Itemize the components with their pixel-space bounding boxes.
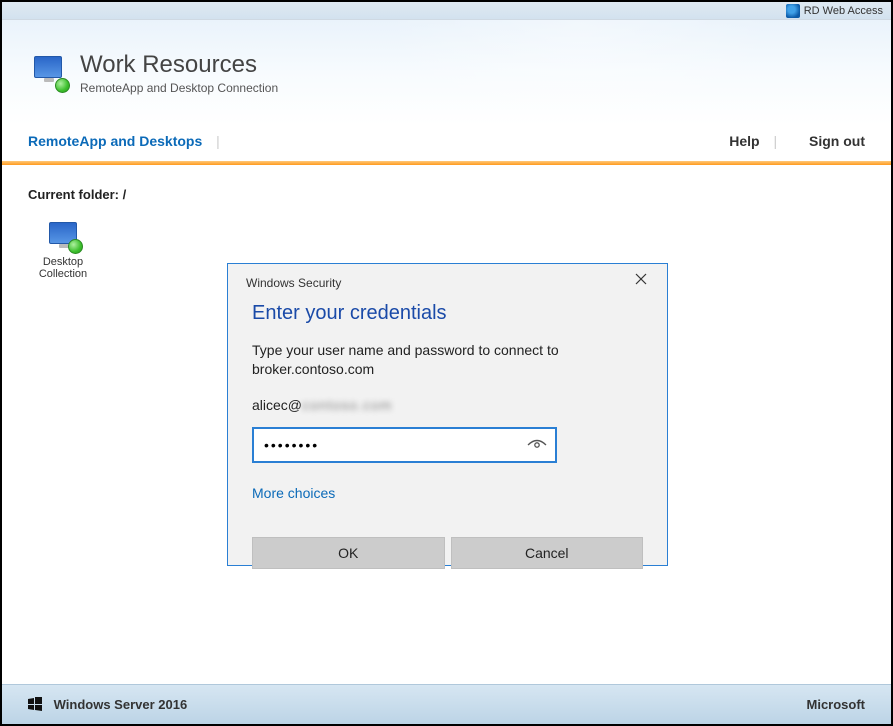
current-folder-label: Current folder: / bbox=[28, 187, 865, 202]
app-icon-label: Desktop Collection bbox=[28, 256, 98, 280]
page-subtitle: RemoteApp and Desktop Connection bbox=[80, 81, 278, 95]
credentials-dialog: Windows Security Enter your credentials … bbox=[227, 263, 668, 566]
help-link[interactable]: Help bbox=[729, 133, 759, 149]
banner: Work Resources RemoteApp and Desktop Con… bbox=[2, 20, 891, 125]
close-icon bbox=[635, 273, 647, 285]
password-field-wrapper bbox=[252, 427, 557, 463]
footer: Windows Server 2016 Microsoft bbox=[2, 684, 891, 724]
tab-remoteapp-desktops[interactable]: RemoteApp and Desktops bbox=[28, 133, 202, 149]
eye-icon bbox=[527, 438, 547, 452]
dialog-window-title: Windows Security bbox=[246, 276, 341, 290]
footer-left-text: Windows Server 2016 bbox=[54, 697, 188, 712]
more-choices-link[interactable]: More choices bbox=[252, 485, 643, 501]
dialog-message: Type your user name and password to conn… bbox=[252, 341, 643, 379]
reveal-password-button[interactable] bbox=[527, 438, 547, 452]
username-display: alicec@contoso.com bbox=[252, 397, 643, 413]
nav-separator: | bbox=[216, 133, 220, 149]
rd-web-access-icon bbox=[786, 4, 800, 18]
close-button[interactable] bbox=[627, 272, 655, 294]
dialog-heading: Enter your credentials bbox=[252, 302, 643, 325]
desktop-collection-icon bbox=[45, 220, 81, 252]
work-resources-icon bbox=[28, 53, 70, 93]
page-title: Work Resources bbox=[80, 51, 278, 79]
sign-out-link[interactable]: Sign out bbox=[809, 133, 865, 149]
cancel-button[interactable]: Cancel bbox=[451, 537, 644, 569]
password-input[interactable] bbox=[264, 437, 519, 453]
nav-row: RemoteApp and Desktops | Help | Sign out bbox=[2, 125, 891, 161]
footer-right-text: Microsoft bbox=[807, 697, 866, 712]
ok-button[interactable]: OK bbox=[252, 537, 445, 569]
windows-logo-icon bbox=[28, 697, 42, 711]
nav-separator: | bbox=[773, 133, 777, 149]
app-icon-desktop-collection[interactable]: Desktop Collection bbox=[28, 220, 98, 280]
top-bar-label: RD Web Access bbox=[804, 5, 883, 17]
top-bar: RD Web Access bbox=[2, 2, 891, 20]
